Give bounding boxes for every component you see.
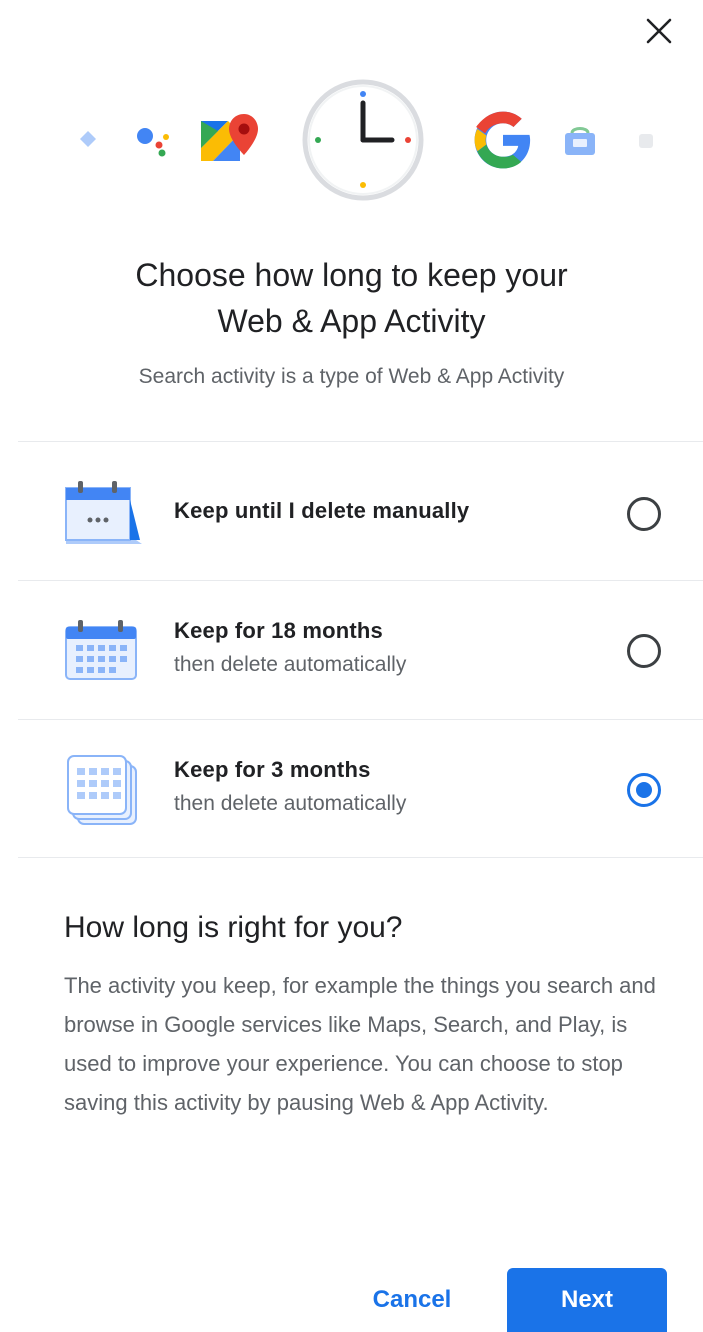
dialog-title-line2: Web & App Activity	[217, 303, 486, 339]
calendar-infinite-icon	[65, 481, 142, 544]
radio-keep-3-months[interactable]	[627, 773, 661, 807]
next-button[interactable]: Next	[507, 1268, 667, 1332]
info-heading: How long is right for you?	[64, 911, 403, 944]
google-g-icon	[474, 111, 531, 169]
option-keep-until-delete[interactable]: Keep until I delete manually	[0, 442, 703, 581]
calendar-18-months-icon	[65, 620, 137, 680]
faint-app-icon	[639, 134, 653, 148]
info-body: The activity you keep, for example the t…	[64, 973, 656, 1115]
radio-selected-dot	[636, 782, 652, 798]
dialog-subtitle: Search activity is a type of Web & App A…	[138, 365, 565, 388]
cancel-button[interactable]: Cancel	[342, 1268, 482, 1332]
google-assistant-icon	[137, 128, 169, 157]
dialog-title: Choose how long to keep your Web & App A…	[60, 252, 643, 344]
divider	[18, 857, 703, 858]
hero-illustration	[0, 75, 703, 205]
option-sublabel: then delete automatically	[174, 653, 407, 676]
dialog-title-line1: Choose how long to keep your	[135, 257, 568, 293]
option-label: Keep for 18 months	[174, 618, 383, 643]
option-sublabel: then delete automatically	[174, 792, 407, 815]
option-label: Keep for 3 months	[174, 757, 371, 782]
calendar-stack-3-months-icon	[67, 755, 137, 825]
close-icon	[646, 18, 672, 44]
option-keep-18-months[interactable]: Keep for 18 months then delete automatic…	[0, 581, 703, 720]
option-keep-3-months[interactable]: Keep for 3 months then delete automatica…	[0, 720, 703, 859]
radio-keep-until-delete[interactable]	[627, 497, 661, 531]
option-label: Keep until I delete manually	[174, 498, 470, 523]
radio-keep-18-months[interactable]	[627, 634, 661, 668]
close-button[interactable]	[636, 8, 682, 54]
diamond-icon	[80, 131, 96, 147]
google-maps-icon	[201, 114, 258, 161]
shopping-icon	[565, 127, 595, 155]
clock-icon	[302, 79, 424, 201]
